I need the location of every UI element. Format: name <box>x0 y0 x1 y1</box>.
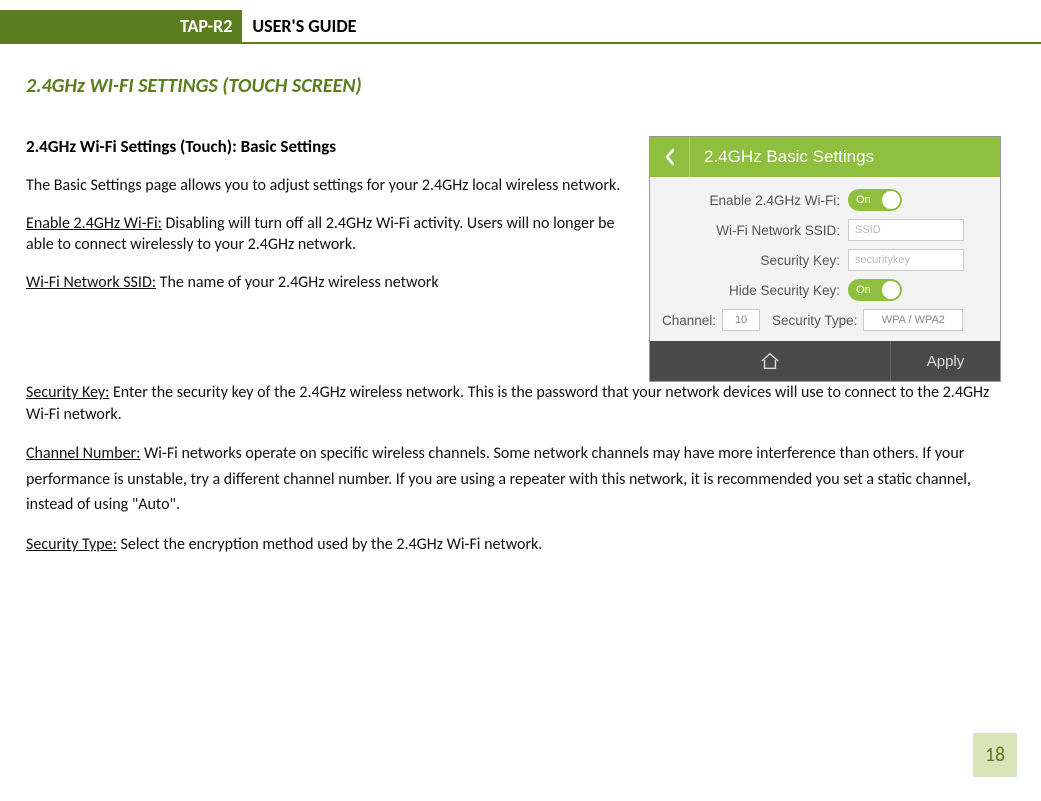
home-icon <box>759 351 781 371</box>
mock-ssid-label: Wi-Fi Network SSID: <box>662 223 848 238</box>
mock-body: Enable 2.4GHz Wi-Fi: On Wi-Fi Network SS… <box>650 177 1000 341</box>
touchscreen-mockup: 2.4GHz Basic Settings Enable 2.4GHz Wi-F… <box>649 136 1001 382</box>
mock-channel-label: Channel: <box>662 313 716 328</box>
mock-footer: Apply <box>650 341 1000 381</box>
page-number: 18 <box>973 733 1017 777</box>
mock-header: 2.4GHz Basic Settings <box>650 137 1000 177</box>
subsection-heading: 2.4GHz Wi-Fi Settings (Touch): Basic Set… <box>26 136 641 157</box>
enable-toggle[interactable]: On <box>848 189 902 211</box>
mock-title: 2.4GHz Basic Settings <box>690 147 874 167</box>
def-seckey-term: Security Key: <box>26 383 109 402</box>
mock-hidekey-label: Hide Security Key: <box>662 283 848 298</box>
def-seckey: Security Key: Enter the security key of … <box>26 382 1001 425</box>
def-sectype: Security Type: Select the encryption met… <box>26 534 1001 556</box>
def-enable-term: Enable 2.4GHz Wi-Fi: <box>26 214 162 233</box>
mock-enable-label: Enable 2.4GHz Wi-Fi: <box>662 193 848 208</box>
def-ssid-term: Wi-Fi Network SSID: <box>26 273 156 292</box>
def-ssid-text: The name of your 2.4GHz wireless network <box>156 273 439 292</box>
def-ssid: Wi-Fi Network SSID: The name of your 2.4… <box>26 272 641 294</box>
intro-paragraph: The Basic Settings page allows you to ad… <box>26 175 641 197</box>
def-enable: Enable 2.4GHz Wi-Fi: Disabling will turn… <box>26 213 641 256</box>
home-button[interactable] <box>650 351 890 371</box>
securitykey-input[interactable]: securitykey <box>848 249 964 271</box>
def-sectype-text: Select the encryption method used by the… <box>117 535 542 554</box>
hidekey-toggle[interactable]: On <box>848 279 902 301</box>
def-channel-text: Wi-Fi networks operate on specific wirel… <box>26 444 971 514</box>
back-button[interactable] <box>650 137 690 177</box>
product-tag: TAP-R2 <box>0 10 242 42</box>
chevron-left-icon <box>663 148 677 166</box>
mock-sectype-label: Security Type: <box>772 313 857 328</box>
ssid-input[interactable]: SSID <box>848 219 964 241</box>
channel-select[interactable]: 10 <box>722 309 760 331</box>
def-channel: Channel Number: Wi-Fi networks operate o… <box>26 441 1001 518</box>
securitytype-select[interactable]: WPA / WPA2 <box>863 309 963 331</box>
def-sectype-term: Security Type: <box>26 535 117 554</box>
section-title: 2.4GHz WI-FI SETTINGS (TOUCH SCREEN) <box>26 74 1001 98</box>
def-channel-term: Channel Number: <box>26 444 140 463</box>
doc-title: USER'S GUIDE <box>242 10 356 42</box>
apply-button[interactable]: Apply <box>890 341 1000 381</box>
def-seckey-text: Enter the security key of the 2.4GHz wir… <box>26 383 989 424</box>
page-header: TAP-R2 USER'S GUIDE <box>0 10 1041 44</box>
mock-seckey-label: Security Key: <box>662 253 848 268</box>
